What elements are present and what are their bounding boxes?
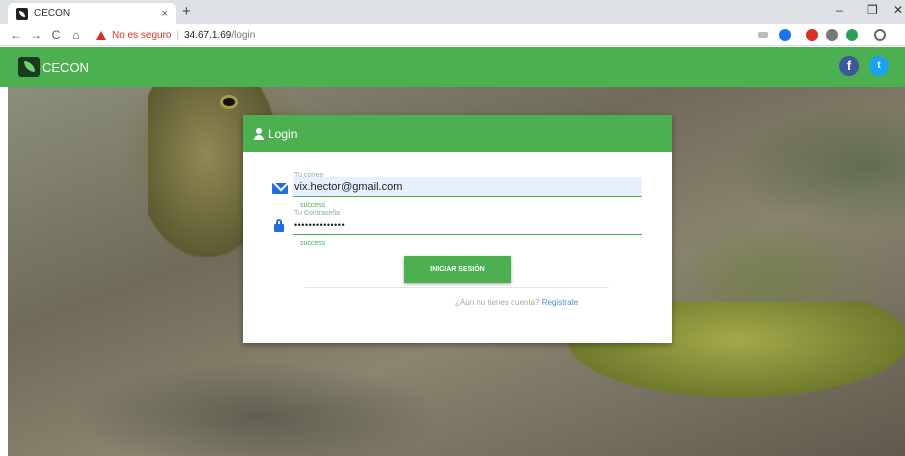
login-card: Login Tu correo success Tu Contraseña su… bbox=[243, 115, 672, 343]
cloud-icon[interactable] bbox=[826, 29, 838, 41]
adblock-icon[interactable] bbox=[806, 29, 818, 41]
browser-tab-bar: CECON × + – ❐ ✕ bbox=[0, 0, 905, 24]
register-prompt-text: ¿Aún no tienes cuenta? bbox=[455, 298, 540, 307]
login-card-header: Login bbox=[243, 115, 672, 152]
app-navbar: CECON f t bbox=[0, 47, 905, 87]
leaf-logo-icon bbox=[18, 57, 40, 77]
lock-icon bbox=[274, 219, 284, 232]
register-prompt: ¿Aún no tienes cuenta? Registrate bbox=[455, 298, 578, 307]
browser-address-bar: ← → C ⌂ No es seguro | 34.67.1.69/login bbox=[0, 24, 905, 46]
browser-tab[interactable]: CECON × bbox=[8, 3, 176, 24]
profile-icon[interactable] bbox=[874, 29, 886, 41]
email-help-text: success bbox=[300, 202, 326, 209]
lizard-eye bbox=[220, 95, 238, 109]
home-icon[interactable]: ⌂ bbox=[66, 28, 86, 42]
reload-icon[interactable]: C bbox=[46, 28, 66, 42]
password-field[interactable] bbox=[293, 215, 642, 235]
forward-icon[interactable]: → bbox=[26, 28, 46, 42]
tab-close-icon[interactable]: × bbox=[162, 8, 168, 20]
maximize-button[interactable]: ❐ bbox=[867, 3, 878, 17]
key-icon[interactable] bbox=[758, 32, 768, 38]
security-label[interactable]: No es seguro bbox=[112, 30, 171, 41]
brand-name: CECON bbox=[42, 59, 89, 75]
new-tab-button[interactable]: + bbox=[182, 3, 191, 20]
warning-icon bbox=[96, 30, 106, 40]
brand[interactable]: CECON bbox=[18, 57, 89, 77]
envelope-icon bbox=[272, 183, 288, 194]
url-host: 34.67.1.69 bbox=[184, 29, 232, 41]
register-link[interactable]: Registrate bbox=[542, 298, 578, 307]
login-title: Login bbox=[268, 126, 298, 141]
shield-icon[interactable] bbox=[846, 29, 858, 41]
cecon-favicon-icon bbox=[16, 7, 28, 20]
tab-title: CECON bbox=[34, 8, 71, 19]
close-window-button[interactable]: ✕ bbox=[893, 3, 903, 17]
facebook-icon[interactable]: f bbox=[839, 56, 859, 76]
divider bbox=[305, 287, 609, 288]
user-icon bbox=[253, 127, 265, 140]
password-help-text: success bbox=[300, 240, 326, 247]
minimize-button[interactable]: – bbox=[836, 3, 843, 17]
back-icon[interactable]: ← bbox=[6, 28, 26, 42]
twitter-icon[interactable]: t bbox=[869, 56, 889, 76]
login-button[interactable]: INICIAR SESIÓN bbox=[404, 256, 511, 283]
url-path: /login bbox=[231, 29, 256, 41]
url-field[interactable]: No es seguro | 34.67.1.69/login bbox=[96, 27, 255, 43]
star-icon[interactable] bbox=[779, 29, 791, 41]
email-field[interactable] bbox=[293, 177, 642, 197]
